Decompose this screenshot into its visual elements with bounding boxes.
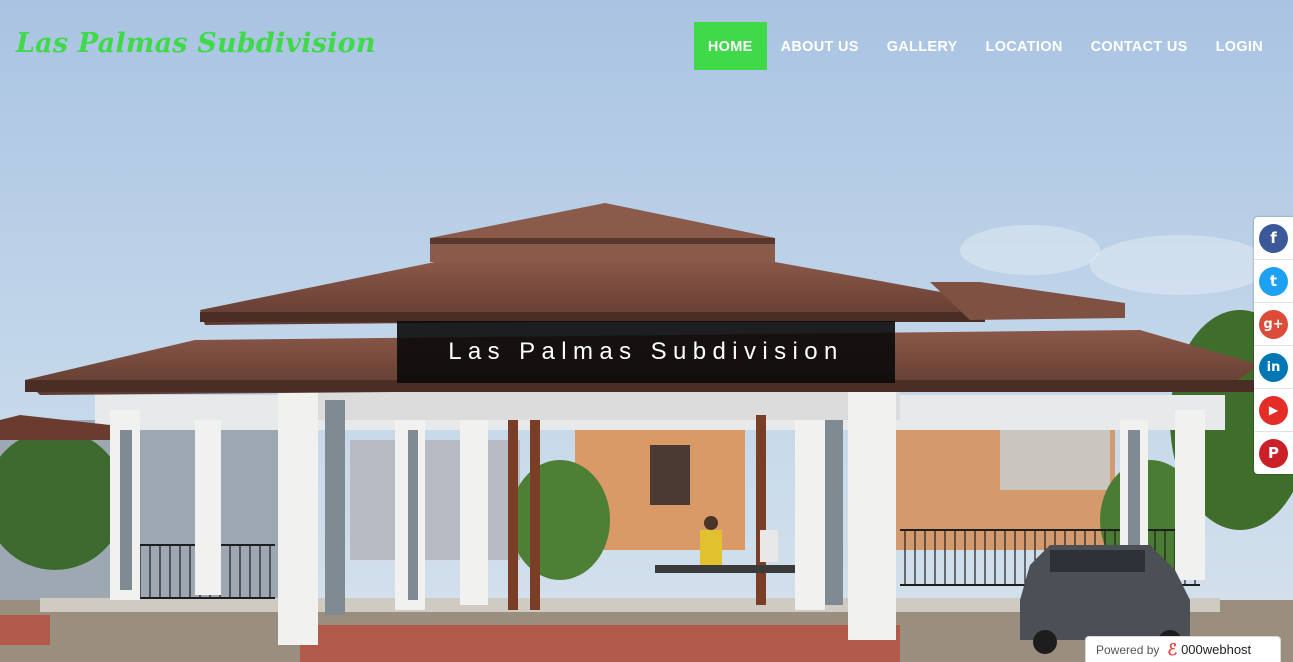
pinterest-icon: P [1259,438,1288,468]
powered-by-label: Powered by [1096,642,1160,657]
youtube-icon: ▶ [1259,395,1288,425]
nav-gallery[interactable]: GALLERY [873,22,972,70]
hero-title: Las Palmas Subdivision [397,321,895,383]
site-logo[interactable]: Las Palmas Subdivision [16,28,376,59]
social-share-bar: f t g+ in ▶ P [1254,217,1293,474]
main-nav: HOME ABOUT US GALLERY LOCATION CONTACT U… [693,22,1277,70]
google-plus-icon: g+ [1259,309,1288,339]
nav-home[interactable]: HOME [693,22,767,70]
linkedin-share-button[interactable]: in [1254,346,1293,389]
linkedin-icon: in [1259,352,1288,382]
nav-contact-us[interactable]: CONTACT US [1077,22,1202,70]
nav-about-us[interactable]: ABOUT US [767,22,873,70]
facebook-share-button[interactable]: f [1254,217,1293,260]
webhost-brand-name: 000webhost [1181,642,1252,657]
facebook-icon: f [1259,223,1288,253]
webhost-logo-icon: ℰ [1167,641,1178,659]
nav-login[interactable]: LOGIN [1202,22,1277,70]
powered-by-badge[interactable]: Powered by ℰ 000webhost [1085,636,1281,662]
nav-location[interactable]: LOCATION [972,22,1077,70]
pinterest-share-button[interactable]: P [1254,432,1293,474]
twitter-share-button[interactable]: t [1254,260,1293,303]
youtube-share-button[interactable]: ▶ [1254,389,1293,432]
google-plus-share-button[interactable]: g+ [1254,303,1293,346]
twitter-icon: t [1259,266,1288,296]
